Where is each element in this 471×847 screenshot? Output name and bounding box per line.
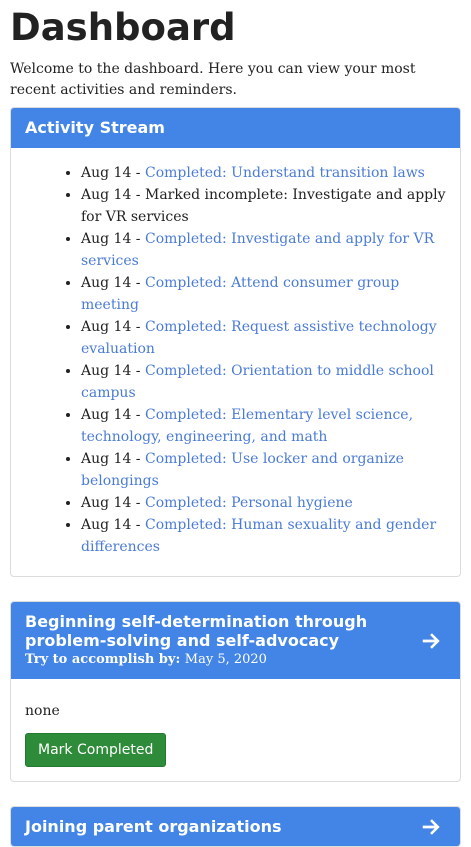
arrow-right-icon[interactable] [420,630,442,652]
activity-link[interactable]: Completed: Orientation to middle school … [81,363,434,401]
activity-item: Aug 14 - Completed: Investigate and appl… [81,228,446,272]
activity-text: Marked incomplete: Investigate and apply… [81,187,446,225]
activity-date: Aug 14 [81,187,132,203]
activity-link[interactable]: Completed: Personal hygiene [145,495,353,511]
task-heading[interactable]: Beginning self-determination through pro… [11,602,460,679]
activity-date: Aug 14 [81,451,132,467]
activity-date: Aug 14 [81,363,132,379]
activity-item: Aug 14 - Completed: Elementary level sci… [81,404,446,448]
activity-link[interactable]: Completed: Understand transition laws [145,165,425,181]
task-card: Beginning self-determination through pro… [10,601,461,782]
task-card: Joining parent organizations [10,806,461,847]
activity-item: Aug 14 - Completed: Personal hygiene [81,492,446,514]
activity-date: Aug 14 [81,517,132,533]
activity-item: Aug 14 - Completed: Orientation to middl… [81,360,446,404]
intro-text: Welcome to the dashboard. Here you can v… [10,61,416,98]
activity-date: Aug 14 [81,407,132,423]
activity-link[interactable]: Completed: Investigate and apply for VR … [81,231,434,269]
activity-item: Aug 14 - Completed: Attend consumer grou… [81,272,446,316]
deadline-label: Try to accomplish by: [25,652,181,667]
activity-stream-heading: Activity Stream [11,108,460,148]
arrow-right-icon[interactable] [420,816,442,838]
activity-item: Aug 14 - Marked incomplete: Investigate … [81,184,446,228]
activity-list: Aug 14 - Completed: Understand transitio… [25,162,446,558]
deadline-date: May 5, 2020 [184,652,267,667]
activity-date: Aug 14 [81,275,132,291]
activity-link[interactable]: Completed: Elementary level science, tec… [81,407,413,445]
activity-link[interactable]: Completed: Human sexuality and gender di… [81,517,436,555]
activity-item: Aug 14 - Completed: Understand transitio… [81,162,446,184]
page-title: Dashboard [10,6,236,49]
task-deadline: Try to accomplish by: May 5, 2020 [25,651,412,669]
activity-stream-panel: Activity Stream Aug 14 - Completed: Unde… [10,107,461,577]
activity-date: Aug 14 [81,495,132,511]
activity-date: Aug 14 [81,165,132,181]
activity-item: Aug 14 - Completed: Use locker and organ… [81,448,446,492]
activity-item: Aug 14 - Completed: Request assistive te… [81,316,446,360]
task-title[interactable]: Joining parent organizations [25,817,412,836]
activity-link[interactable]: Completed: Request assistive technology … [81,319,437,357]
mark-completed-button[interactable]: Mark Completed [25,733,167,767]
activity-item: Aug 14 - Completed: Human sexuality and … [81,514,446,558]
activity-date: Aug 14 [81,231,132,247]
task-notes: none [25,703,60,719]
activity-stream-body: Aug 14 - Completed: Understand transitio… [11,148,460,576]
dashboard-page: Dashboard Welcome to the dashboard. Here… [0,0,471,847]
task-title[interactable]: Beginning self-determination through pro… [25,612,412,650]
activity-date: Aug 14 [81,319,132,335]
task-heading[interactable]: Joining parent organizations [11,807,460,846]
task-body: none Mark Completed [11,679,460,781]
